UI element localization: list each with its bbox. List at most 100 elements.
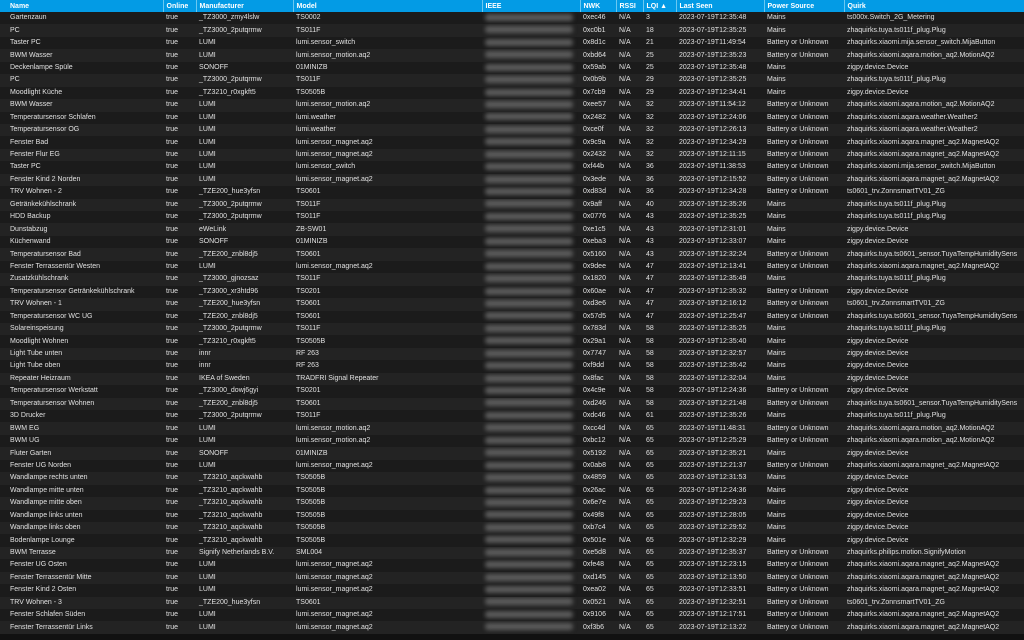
table-row[interactable]: Temperatursensor Schlafen true LUMI lumi.we…	[0, 111, 1024, 124]
column-header-name[interactable]: Name	[0, 0, 163, 12]
table-row[interactable]: Fenster Terrassentür Westen true LUMI lumi.…	[0, 260, 1024, 274]
table-row[interactable]: TRV Wohnen - 3 true _TZE200_hue3yfsn TS0601…	[0, 596, 1024, 609]
table-row[interactable]: Fenster Terrassentür Mitte true LUMI lumi.s…	[0, 571, 1024, 585]
column-header-lqi[interactable]: LQI ▲	[642, 0, 676, 12]
table-row[interactable]: Light Tube oben true innr RF 263 0xf9dd N/A 58…	[0, 360, 1024, 373]
table-row[interactable]: PC true _TZ3000_2putqrmw TS011F 0x0b9b N/A 29 2…	[0, 74, 1024, 87]
table-row[interactable]: Light Tube unten true innr RF 263 0x7747 N/A 5…	[0, 347, 1024, 361]
last-seen-cell: 2023-07-19T12:35:48	[679, 63, 747, 71]
redacted-ieee-blur	[485, 411, 573, 419]
table-row[interactable]: BWM Wasser true LUMI lumi.sensor_motion.aq2…	[0, 49, 1024, 62]
redacted-ieee-blur	[485, 63, 573, 71]
redacted-ieee-blur	[485, 299, 573, 307]
last-seen-cell: 2023-07-19T12:25:29	[679, 437, 747, 445]
table-row[interactable]: Wandlampe rechts unten true _TZ3210_aqckwa…	[0, 472, 1024, 485]
table-row[interactable]: Fenster UG Osten true LUMI lumi.sensor_magn…	[0, 559, 1024, 572]
table-row[interactable]: Temperatursensor OG true LUMI lumi.weather 0…	[0, 123, 1024, 137]
online-status-cell: true	[166, 536, 179, 544]
quirk-cell: zhaquirks.xiaomi.mija.sensor_switch.Mija…	[847, 39, 996, 47]
column-header-online[interactable]: Online	[162, 0, 196, 12]
power-source-cell: Battery or Unknown	[767, 163, 829, 171]
table-row[interactable]: Küchenwand true SONOFF 01MINIZB 0xeba3 N/A 43 2…	[0, 235, 1024, 249]
table-row[interactable]: BWM Terrasse true Signify Netherlands B.V.…	[0, 546, 1024, 560]
column-header-ieee[interactable]: IEEE	[481, 0, 580, 12]
online-status-cell: true	[166, 387, 179, 395]
device-name-cell: Light Tube oben	[10, 362, 61, 370]
last-seen-cell: 2023-07-19T12:32:29	[679, 536, 747, 544]
table-row[interactable]: Temperatursensor Bad true _TZE200_znbl8dj5…	[0, 248, 1024, 261]
column-header-quirk[interactable]: Quirk	[843, 0, 1024, 12]
model-cell: lumi.sensor_magnet.aq2	[296, 175, 373, 183]
device-name-cell: Fenster Terrassentür Mitte	[10, 573, 92, 581]
table-row[interactable]: Taster PC true LUMI lumi.sensor_switch 0x8d1…	[0, 36, 1024, 50]
column-header-last-seen[interactable]: Last Seen	[675, 0, 764, 12]
manufacturer-cell: LUMI	[199, 623, 216, 631]
table-row[interactable]: TRV Wohnen - 2 true _TZE200_hue3yfsn TS0601…	[0, 186, 1024, 199]
manufacturer-cell: _TZE200_znbl8dj5	[199, 399, 258, 407]
power-source-cell: Mains	[767, 63, 786, 71]
table-row[interactable]: Fenster Kind 2 Norden true LUMI lumi.sensor…	[0, 173, 1024, 187]
table-row[interactable]: Getränkekühlschrank true _TZ3000_2putqrmw T…	[0, 198, 1024, 211]
column-header-rssi[interactable]: RSSI	[615, 0, 643, 12]
nwk-address-cell: 0x0521	[583, 598, 606, 606]
model-cell: lumi.sensor_motion.aq2	[296, 51, 371, 59]
table-row[interactable]: Wandlampe mitte oben true _TZ3210_aqckwahb…	[0, 497, 1024, 510]
column-header-manufacturer[interactable]: Manufacturer	[195, 0, 293, 12]
rssi-cell: N/A	[619, 39, 631, 47]
table-row[interactable]: 3D Drucker true _TZ3000_2putqrmw TS011F 0xdc…	[0, 410, 1024, 423]
table-row[interactable]: Fenster Kind 2 Osten true LUMI lumi.sensor_…	[0, 584, 1024, 597]
manufacturer-cell: _TZ3210_aqckwahb	[199, 524, 263, 532]
table-row[interactable]: BWM Wasser true LUMI lumi.sensor_motion.aq2…	[0, 99, 1024, 112]
manufacturer-cell: LUMI	[199, 611, 216, 619]
table-row[interactable]: Deckenlampe Spüle true SONOFF 01MINIZB 0x59a…	[0, 61, 1024, 75]
table-row[interactable]: HDD Backup true _TZ3000_2putqrmw TS011F 0x07…	[0, 211, 1024, 224]
table-row[interactable]: Temperatursensor Getränkekühlschrank true…	[0, 285, 1024, 299]
power-source-cell: Battery or Unknown	[767, 138, 829, 146]
table-row[interactable]: Wandlampe links unten true _TZ3210_aqckwah…	[0, 509, 1024, 522]
rssi-cell: N/A	[619, 461, 631, 469]
table-row[interactable]: PC true _TZ3000_2putqrmw TS011F 0xc0b1 N/A 18 2…	[0, 24, 1024, 37]
table-row[interactable]: BWM UG true LUMI lumi.sensor_motion.aq2 0xbc…	[0, 434, 1024, 448]
device-name-cell: 3D Drucker	[10, 412, 46, 420]
table-row[interactable]: Gartenzaun true _TZ3000_zmy4lslw TS0002 0xec…	[0, 12, 1024, 25]
table-row[interactable]: Wandlampe mitte unten true _TZ3210_aqckwah…	[0, 484, 1024, 498]
table-row[interactable]: Fenster Schlafen Süden true LUMI lumi.senso…	[0, 609, 1024, 622]
column-header-power-source[interactable]: Power Source	[763, 0, 844, 12]
table-row[interactable]: Fenster UG Norden true LUMI lumi.sensor_mag…	[0, 459, 1024, 473]
power-source-cell: Battery or Unknown	[767, 549, 829, 557]
table-row[interactable]: Moodlight Wohnen true _TZ3210_r0xgkft5 TS05…	[0, 335, 1024, 348]
table-row[interactable]: Fenster Flur EG true LUMI lumi.sensor_magne…	[0, 148, 1024, 162]
power-source-cell: Mains	[767, 88, 786, 96]
nwk-address-cell: 0x1820	[583, 275, 606, 283]
column-header-model[interactable]: Model	[292, 0, 482, 12]
table-row[interactable]: Temperatursensor WC UG true _TZE200_znbl8d…	[0, 310, 1024, 323]
table-row[interactable]: Repeater Heizraum true IKEA of Sweden TRADF…	[0, 372, 1024, 386]
redacted-ieee-blur	[485, 623, 573, 631]
table-row[interactable]: TRV Wohnen - 1 true _TZE200_hue3yfsn TS0601…	[0, 298, 1024, 311]
table-row[interactable]: Zusatzkühlschrank true _TZ3000_gjnozsaz TS0…	[0, 273, 1024, 286]
table-row[interactable]: Bodenlampe Lounge true _TZ3210_aqckwahb TS0…	[0, 534, 1024, 547]
device-name-cell: Solareinspeisung	[10, 325, 64, 333]
table-row[interactable]: Solareinspeisung true _TZ3000_2putqrmw TS01…	[0, 322, 1024, 336]
redacted-ieee-blur	[485, 498, 573, 506]
table-row[interactable]: Fluter Garten true SONOFF 01MINIZB 0x5192 N/A…	[0, 447, 1024, 460]
column-header-nwk[interactable]: NWK	[579, 0, 616, 12]
device-name-cell: TRV Wohnen - 1	[10, 300, 62, 308]
table-row[interactable]: Temperatursensor Werkstatt true _TZ3000_do…	[0, 385, 1024, 398]
table-row[interactable]: Taster PC true LUMI lumi.sensor_switch 0xf44…	[0, 161, 1024, 174]
table-row[interactable]: Fenster Terrassentür Links true LUMI lumi.s…	[0, 621, 1024, 634]
online-status-cell: true	[166, 101, 179, 109]
table-row[interactable]: BWM EG true LUMI lumi.sensor_motion.aq2 0xcc…	[0, 422, 1024, 435]
table-row[interactable]: Dunstabzug true eWeLink ZB-SW01 0xe1c5 N/A 43 2…	[0, 223, 1024, 236]
quirk-cell: zigpy.device.Device	[847, 238, 909, 246]
power-source-cell: Battery or Unknown	[767, 573, 829, 581]
table-row[interactable]: Wandlampe links oben true _TZ3210_aqckwahb…	[0, 521, 1024, 535]
online-status-cell: true	[166, 300, 179, 308]
table-row[interactable]: Moodlight Küche true _TZ3210_r0xgkft5 TS050…	[0, 86, 1024, 100]
table-row[interactable]: Fenster Bad true LUMI lumi.sensor_magnet.aq…	[0, 136, 1024, 149]
model-cell: TS0505B	[296, 536, 326, 544]
nwk-address-cell: 0x4c9e	[583, 387, 606, 395]
table-row[interactable]: Temperatursensor Wohnen true _TZE200_znbl8…	[0, 397, 1024, 410]
manufacturer-cell: _TZ3000_2putqrmw	[199, 213, 262, 221]
redacted-ieee-blur	[485, 337, 573, 345]
